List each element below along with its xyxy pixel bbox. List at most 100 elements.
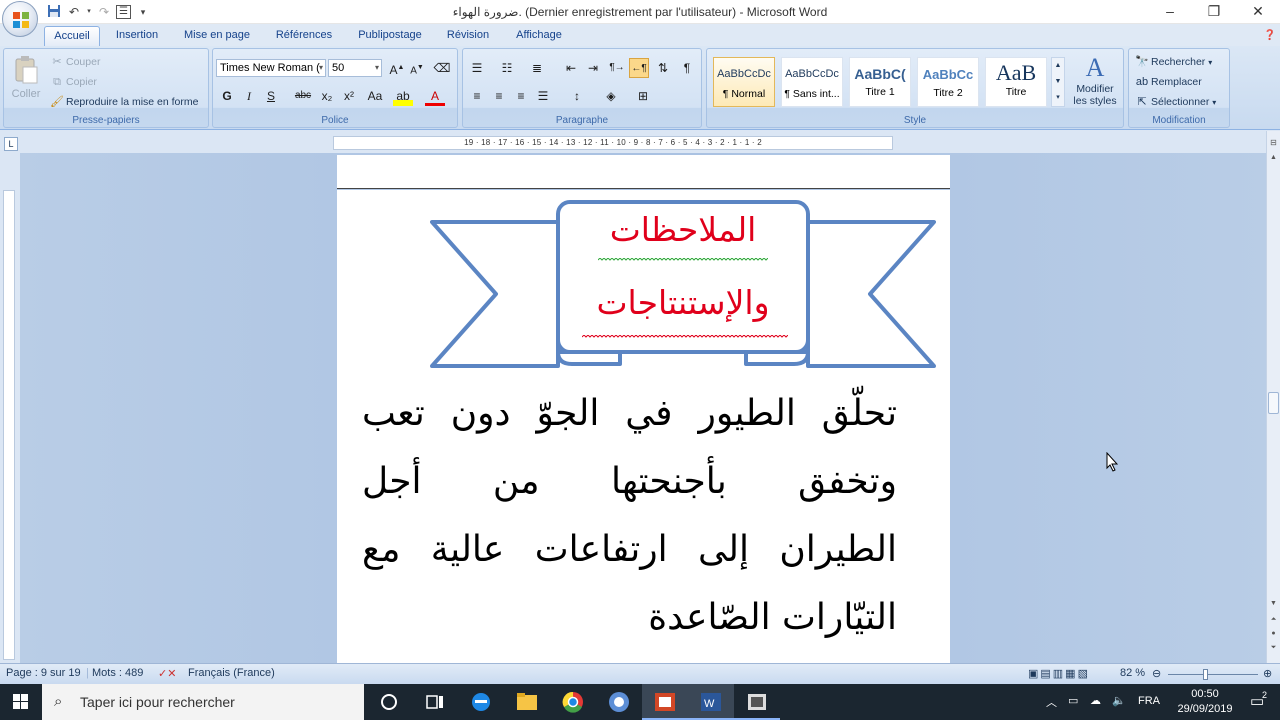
style-heading-1[interactable]: AaBbC(Titre 1	[849, 57, 911, 107]
proofing-icon[interactable]: ✓✕	[158, 667, 176, 680]
numbering-icon[interactable]: ☷	[497, 58, 517, 78]
word-count[interactable]: Mots : 489	[92, 667, 143, 679]
subscript-button[interactable]: x₂	[317, 86, 337, 106]
borders-icon[interactable]: ⊞	[633, 86, 653, 106]
bold-button[interactable]: G	[217, 86, 237, 106]
tab-mise-en-page[interactable]: Mise en page	[176, 26, 258, 46]
change-styles-button[interactable]: A Modifier les styles	[1069, 53, 1121, 107]
font-size-select[interactable]: 50 ▾	[328, 59, 382, 77]
justify-icon[interactable]: ☰	[533, 86, 553, 106]
horizontal-ruler[interactable]: 19 · 18 · 17 · 16 · 15 · 14 · 13 · 12 · …	[333, 136, 893, 150]
rtl-icon[interactable]: ←¶	[629, 58, 649, 78]
font-family-select[interactable]: Times New Roman (▾	[216, 59, 326, 77]
change-case-button[interactable]: Aa	[363, 86, 387, 106]
style-title[interactable]: AaB Titre	[985, 57, 1047, 107]
body-line: تحلّق الطيور في الجوّ دون تعب	[362, 393, 897, 434]
strikethrough-button[interactable]: abc	[293, 86, 313, 106]
align-right-icon[interactable]: ≡	[511, 86, 531, 106]
ribbon: Coller ✂ Couper ⧉ Copier 🖌 Reproduire la mi…	[0, 46, 1280, 130]
chrome-profile-icon[interactable]	[596, 684, 642, 720]
style-preview: AaBbCc	[922, 67, 974, 82]
line-spacing-icon[interactable]: ↕	[567, 86, 587, 106]
tab-publipostage[interactable]: Publipostage	[350, 26, 430, 46]
clear-format-button[interactable]: ⌫	[432, 58, 452, 78]
style-heading-2[interactable]: AaBbCc Titre 2	[917, 57, 979, 107]
tab-stop-selector[interactable]: L	[4, 137, 18, 151]
word-icon[interactable]: W	[688, 684, 734, 720]
page-indicator[interactable]: Page : 9 sur 19	[6, 667, 81, 679]
tab-revision[interactable]: Révision	[440, 26, 496, 46]
style-no-spacing[interactable]: AaBbCcDc ¶ Sans int...	[781, 57, 843, 107]
clock-date[interactable]: 29/09/2019	[1176, 703, 1234, 715]
style-normal[interactable]: AaBbCcDc ¶ Normal	[713, 57, 775, 107]
show-hidden-icons[interactable]: ︿	[1046, 694, 1057, 710]
scroll-up-icon[interactable]: ▲	[1268, 154, 1279, 164]
replace-button[interactable]: ab Remplacer	[1135, 75, 1202, 89]
tab-accueil[interactable]: Accueil	[44, 26, 100, 46]
edge-icon[interactable]	[458, 684, 504, 720]
zoom-slider[interactable]	[1168, 674, 1258, 675]
bullets-icon[interactable]: ☰	[467, 58, 487, 78]
decrease-indent-icon[interactable]: ⇤	[561, 58, 581, 78]
next-page-icon[interactable]: ⏷	[1268, 644, 1279, 654]
file-explorer-icon[interactable]	[504, 684, 550, 720]
taskbar-search[interactable]: ⌕ Taper ici pour rechercher	[42, 684, 364, 720]
close-button[interactable]: ✕	[1236, 0, 1280, 24]
tab-references[interactable]: Références	[268, 26, 340, 46]
cortana-icon[interactable]	[366, 684, 412, 720]
view-buttons[interactable]: ▣▤▥▦▧	[1028, 667, 1090, 680]
powerpoint-icon[interactable]	[642, 684, 688, 720]
style-name: Titre 2	[933, 87, 963, 99]
shrink-font-button[interactable]: A▼	[407, 58, 427, 78]
office-button[interactable]	[2, 1, 38, 37]
shading-icon[interactable]: ◈	[601, 86, 621, 106]
start-button[interactable]	[0, 684, 42, 720]
increase-indent-icon[interactable]: ⇥	[583, 58, 603, 78]
select-button[interactable]: ⇱ Sélectionner ▾	[1135, 95, 1216, 109]
find-button[interactable]: 🔭 Rechercher ▾	[1135, 55, 1212, 69]
font-color-icon[interactable]: A	[425, 86, 445, 106]
battery-icon[interactable]: ▭	[1068, 694, 1078, 707]
align-center-icon[interactable]: ≡	[489, 86, 509, 106]
previous-page-icon[interactable]: ⏶	[1268, 616, 1279, 626]
paste-button[interactable]: Coller	[9, 55, 43, 100]
ruler-toggle-icon[interactable]: ⊟	[1268, 138, 1279, 150]
zoom-slider-thumb[interactable]	[1203, 669, 1208, 680]
minimize-button[interactable]: –	[1148, 0, 1192, 24]
ribbon-tabs: Accueil Insertion Mise en page Référence…	[0, 24, 1280, 46]
zoom-in-icon[interactable]: ⊕	[1263, 667, 1272, 680]
tab-insertion[interactable]: Insertion	[108, 26, 166, 46]
onedrive-icon[interactable]: ☁	[1090, 694, 1101, 707]
italic-button[interactable]: I	[239, 86, 259, 106]
align-left-icon[interactable]: ≡	[467, 86, 487, 106]
grow-font-button[interactable]: A▲	[387, 58, 407, 78]
highlight-icon[interactable]: ab	[393, 86, 413, 106]
language-indicator[interactable]: Français (France)	[188, 667, 275, 679]
chrome-icon[interactable]	[550, 684, 596, 720]
zoom-level[interactable]: 82 %	[1120, 667, 1145, 679]
underline-button[interactable]: S	[261, 86, 281, 106]
change-styles-icon: A	[1085, 53, 1105, 82]
help-icon[interactable]: ❓	[1262, 26, 1278, 46]
document-body-text[interactable]: تحلّق الطيور في الجوّ دون تعب وتخفق بأجن…	[362, 380, 897, 652]
volume-icon[interactable]: 🔈	[1112, 694, 1126, 707]
language-indicator[interactable]: FRA	[1138, 695, 1160, 707]
multilevel-list-icon[interactable]: ≣	[527, 58, 547, 78]
copy-button[interactable]: ⧉ Copier	[50, 75, 97, 89]
clock-time[interactable]: 00:50	[1180, 688, 1230, 700]
scrollbar-thumb[interactable]	[1268, 392, 1279, 414]
cut-button[interactable]: ✂ Couper	[50, 55, 100, 69]
show-marks-icon[interactable]: ¶	[677, 58, 697, 78]
superscript-button[interactable]: x²	[339, 86, 359, 106]
ltr-icon[interactable]: ¶→	[607, 58, 627, 78]
task-view-icon[interactable]	[412, 684, 458, 720]
tab-affichage[interactable]: Affichage	[508, 26, 570, 46]
styles-scroll[interactable]: ▲ ▼ ▾	[1051, 57, 1065, 107]
browse-object-icon[interactable]: ●	[1268, 630, 1279, 640]
format-painter-button[interactable]: 🖌 Reproduire la mise en forme	[50, 95, 198, 109]
scroll-down-icon[interactable]: ▼	[1268, 600, 1279, 610]
zoom-out-icon[interactable]: ⊖	[1152, 667, 1161, 680]
sort-icon[interactable]: ⇅	[653, 58, 673, 78]
maximize-button[interactable]: ❐	[1192, 0, 1236, 24]
screen-recorder-icon[interactable]	[734, 684, 780, 720]
